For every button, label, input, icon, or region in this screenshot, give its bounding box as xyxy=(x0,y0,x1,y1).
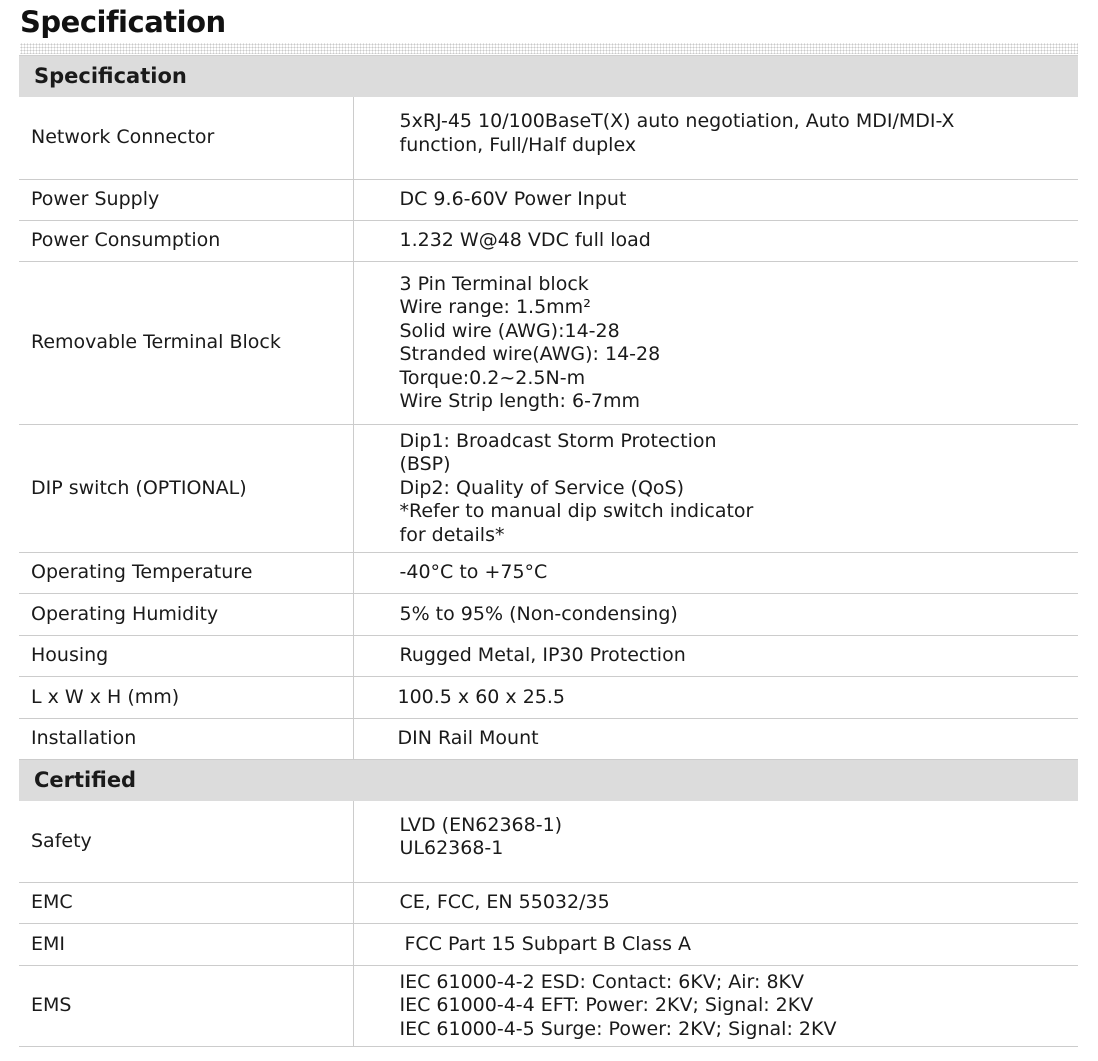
value-line: Wire range: 1.5mm² xyxy=(399,296,591,318)
title-divider xyxy=(20,43,1078,54)
row-value: DIN Rail Mount xyxy=(353,718,1079,760)
row-label: Safety xyxy=(19,800,354,883)
value-line: UL62368-1 xyxy=(399,837,504,860)
value-line: IEC 61000-4-4 EFT: Power: 2KV; Signal: 2… xyxy=(399,994,814,1017)
table-row: Operating Temperature -40°C to +75°C xyxy=(19,552,1079,594)
row-value: 1.232 W@48 VDC full load xyxy=(353,220,1079,262)
row-label: Housing xyxy=(19,635,354,677)
row-value: 3 Pin Terminal block Wire range: 1.5mm² … xyxy=(353,261,1079,425)
spec-table: Specification Network Connector 5xRJ-45 … xyxy=(19,55,1079,1047)
row-value-lines: IEC 61000-4-2 ESD: Contact: 6KV; Air: 8K… xyxy=(400,971,1079,1042)
row-value: LVD (EN62368-1) UL62368-1 xyxy=(353,800,1079,883)
table-row: Power Consumption 1.232 W@48 VDC full lo… xyxy=(19,220,1079,262)
value-line: 3 Pin Terminal block xyxy=(399,272,589,295)
row-label: Network Connector xyxy=(19,96,354,180)
table-row: Installation DIN Rail Mount xyxy=(19,718,1079,760)
row-value: 5% to 95% (Non-condensing) xyxy=(353,593,1079,636)
row-label: EMS xyxy=(19,965,354,1047)
row-label: L x W x H (mm) xyxy=(19,676,354,719)
row-label: Installation xyxy=(19,718,354,760)
table-row: Removable Terminal Block 3 Pin Terminal … xyxy=(19,261,1079,425)
value-line: Dip2: Quality of Service (QoS) xyxy=(399,476,685,499)
table-row: EMS IEC 61000-4-2 ESD: Contact: 6KV; Air… xyxy=(19,965,1079,1047)
value-line: Dip1: Broadcast Storm Protection xyxy=(399,429,717,452)
value-line: (BSP) xyxy=(399,453,451,476)
value-line: for details* xyxy=(399,523,505,546)
table-row: Network Connector 5xRJ-45 10/100BaseT(X)… xyxy=(19,96,1079,180)
section-heading: Specification xyxy=(19,55,1079,97)
row-value-lines: 5xRJ-45 10/100BaseT(X) auto negotiation,… xyxy=(400,110,1079,157)
row-label: DIP switch (OPTIONAL) xyxy=(19,424,354,553)
row-label: Removable Terminal Block xyxy=(19,261,354,425)
value-line: Solid wire (AWG):14-28 xyxy=(399,319,620,342)
row-value-lines: LVD (EN62368-1) UL62368-1 xyxy=(400,814,1079,861)
table-row: Safety LVD (EN62368-1) UL62368-1 xyxy=(19,800,1079,883)
table-row: Housing Rugged Metal, IP30 Protection xyxy=(19,635,1079,677)
row-label: EMC xyxy=(19,882,354,924)
value-line: LVD (EN62368-1) xyxy=(399,813,563,836)
section-header-certified: Certified xyxy=(19,759,1079,801)
table-row: Power Supply DC 9.6-60V Power Input xyxy=(19,179,1079,221)
row-label: Power Supply xyxy=(19,179,354,221)
row-value: DC 9.6-60V Power Input xyxy=(353,179,1079,221)
value-line: Wire Strip length: 6-7mm xyxy=(399,390,641,412)
row-value: FCC Part 15 Subpart B Class A xyxy=(353,923,1079,966)
row-value: -40°C to +75°C xyxy=(353,552,1079,594)
row-value: Rugged Metal, IP30 Protection xyxy=(353,635,1079,677)
section-header-specification: Specification xyxy=(19,55,1079,97)
row-value-lines: 3 Pin Terminal block Wire range: 1.5mm² … xyxy=(400,273,1079,414)
row-value: IEC 61000-4-2 ESD: Contact: 6KV; Air: 8K… xyxy=(353,965,1079,1047)
value-line: *Refer to manual dip switch indicator xyxy=(399,500,754,523)
row-value: CE, FCC, EN 55032/35 xyxy=(353,882,1079,924)
row-value: Dip1: Broadcast Storm Protection (BSP) D… xyxy=(353,424,1079,553)
row-label: EMI xyxy=(19,923,354,966)
row-value-lines: Dip1: Broadcast Storm Protection (BSP) D… xyxy=(400,430,1079,548)
table-row: L x W x H (mm) 100.5 x 60 x 25.5 xyxy=(19,676,1079,719)
value-line: function, Full/Half duplex xyxy=(399,133,637,156)
table-row: EMC CE, FCC, EN 55032/35 xyxy=(19,882,1079,924)
row-label: Operating Humidity xyxy=(19,593,354,636)
value-line: Stranded wire(AWG): 14-28 xyxy=(399,343,661,365)
value-line: IEC 61000-4-2 ESD: Contact: 6KV; Air: 8K… xyxy=(399,970,805,993)
row-label: Power Consumption xyxy=(19,220,354,262)
page-title: Specification xyxy=(20,5,226,39)
section-heading: Certified xyxy=(19,759,1079,801)
value-line: 5xRJ-45 10/100BaseT(X) auto negotiation,… xyxy=(399,110,955,133)
value-line: IEC 61000-4-5 Surge: Power: 2KV; Signal:… xyxy=(399,1017,837,1040)
value-line: Torque:0.2~2.5N-m xyxy=(399,366,586,389)
row-value: 5xRJ-45 10/100BaseT(X) auto negotiation,… xyxy=(353,96,1079,180)
table-row: DIP switch (OPTIONAL) Dip1: Broadcast St… xyxy=(19,424,1079,553)
row-label: Operating Temperature xyxy=(19,552,354,594)
table-row: Operating Humidity 5% to 95% (Non-conden… xyxy=(19,593,1079,636)
table-row: EMI FCC Part 15 Subpart B Class A xyxy=(19,923,1079,966)
row-value: 100.5 x 60 x 25.5 xyxy=(353,676,1079,719)
